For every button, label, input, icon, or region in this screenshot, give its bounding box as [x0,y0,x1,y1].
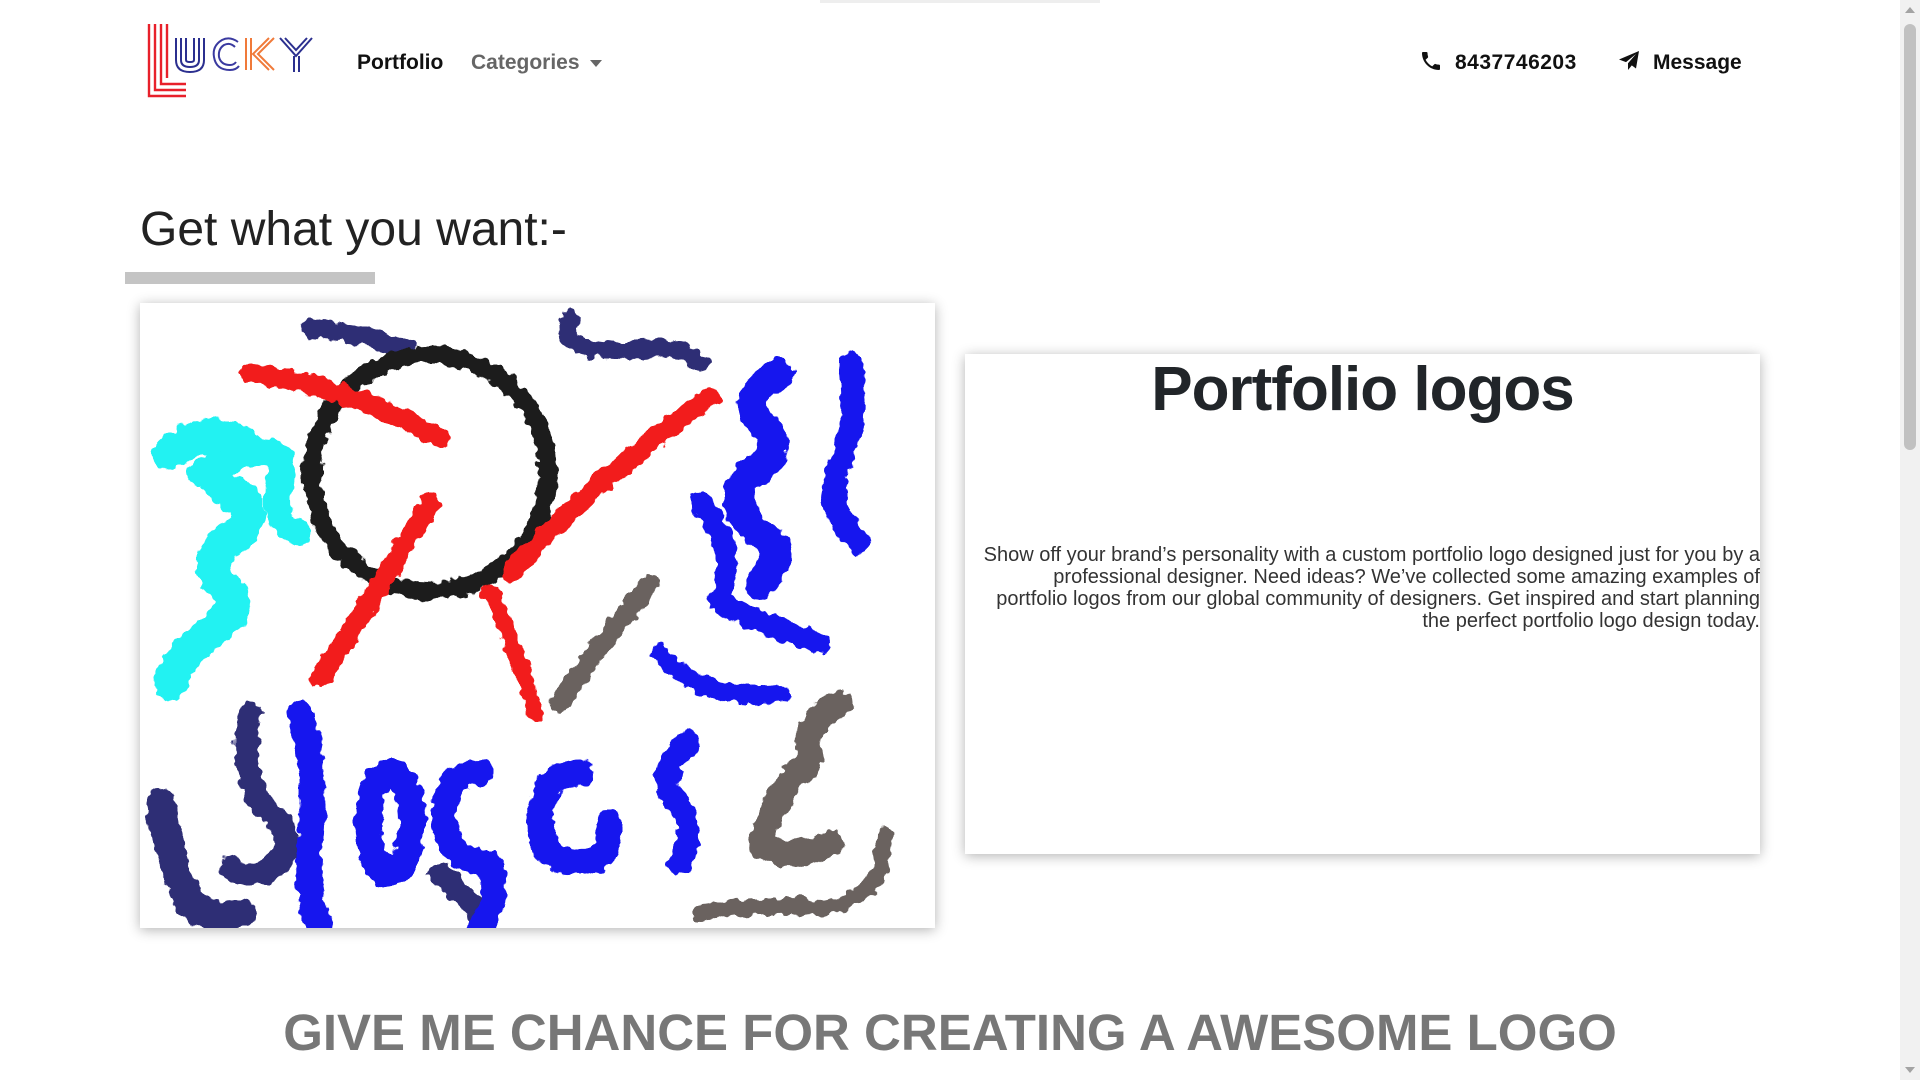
scroll-up-arrow-icon[interactable] [1905,7,1915,13]
paper-plane-icon [1619,51,1639,70]
vertical-scrollbar[interactable] [1900,0,1920,1080]
lucky-logo-graphic [147,24,313,98]
nav-portfolio-link[interactable]: Portfolio [357,48,443,78]
caret-down-icon [589,59,602,67]
top-shadow-hint [820,0,1100,3]
card-description: Show off your brand’s personality with a… [983,544,1760,632]
card-heading: Portfolio logos [1151,355,1574,424]
nav-message-link[interactable]: Message [1617,48,1742,78]
hand-drawn-logos-image [140,303,935,928]
navbar: Portfolio Categories 8437746203 Message [0,0,1900,128]
cta-heading: GIVE ME CHANCE FOR CREATING A AWESOME LO… [283,1004,1617,1061]
nav-categories-dropdown[interactable]: Categories [471,48,602,78]
scroll-down-arrow-icon[interactable] [1905,1067,1915,1073]
phone-icon [1422,52,1440,70]
nav-phone-link[interactable]: 8437746203 [1419,48,1577,78]
brand-logo[interactable] [146,22,322,98]
portfolio-image-card [140,303,935,928]
nav-categories-label: Categories [471,51,580,74]
page-title: Get what you want:- [140,203,567,256]
scrollbar-thumb[interactable] [1904,24,1916,450]
portfolio-text-card: Portfolio logos Show off your brand’s pe… [965,354,1760,854]
nav-message-label: Message [1653,51,1742,74]
nav-phone-number: 8437746203 [1455,51,1577,74]
title-underline [125,272,375,284]
